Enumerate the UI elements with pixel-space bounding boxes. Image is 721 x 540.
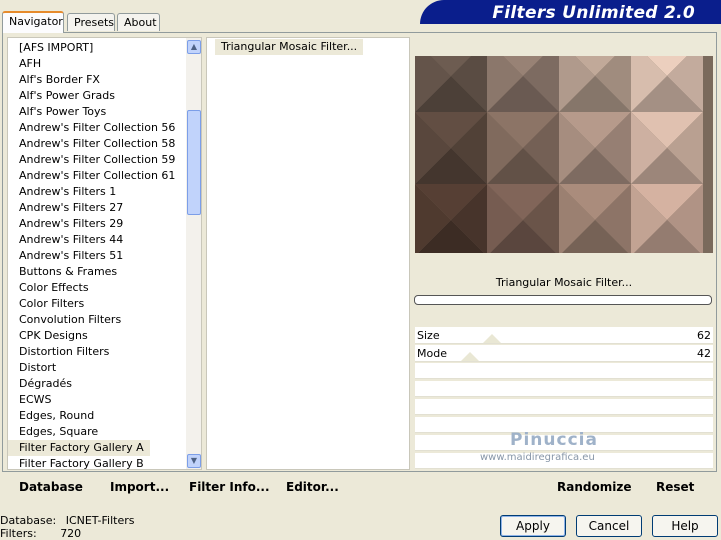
import-button[interactable]: Import... — [110, 480, 169, 494]
filter-item[interactable]: Triangular Mosaic Filter... — [215, 39, 364, 55]
category-item[interactable]: Edges, Round — [8, 408, 94, 424]
category-item[interactable]: Filter Factory Gallery A — [8, 440, 150, 456]
category-item[interactable]: CPK Designs — [8, 328, 88, 344]
slider-size-value: 62 — [697, 329, 711, 342]
right-button-bar: Randomize Reset — [414, 474, 714, 500]
category-item[interactable]: Alf's Power Toys — [8, 104, 106, 120]
editor-button[interactable]: Editor... — [286, 480, 339, 494]
category-item[interactable]: Andrew's Filter Collection 58 — [8, 136, 175, 152]
apply-button[interactable]: Apply — [500, 515, 566, 537]
category-item[interactable]: Color Effects — [8, 280, 89, 296]
category-item[interactable]: Andrew's Filters 51 — [8, 248, 123, 264]
cancel-button[interactable]: Cancel — [576, 515, 642, 537]
category-item[interactable]: Convolution Filters — [8, 312, 121, 328]
randomize-button[interactable]: Randomize — [557, 480, 631, 494]
slider-empty — [415, 363, 713, 379]
app-title: Filters Unlimited 2.0 — [492, 3, 695, 23]
category-item[interactable]: Andrew's Filters 29 — [8, 216, 123, 232]
database-button[interactable]: Database — [19, 480, 83, 494]
category-item[interactable]: ECWS — [8, 392, 52, 408]
slider-mode[interactable]: Mode 42 — [415, 345, 713, 362]
app-banner: Filters Unlimited 2.0 — [420, 0, 721, 24]
category-item[interactable]: Distort — [8, 360, 56, 376]
category-item[interactable]: Andrew's Filters 1 — [8, 184, 116, 200]
slider-size-label: Size — [417, 329, 440, 342]
category-scrollbar[interactable]: ▲ ▼ — [186, 38, 201, 469]
tab-navigator[interactable]: Navigator — [2, 11, 64, 33]
watermark-url: www.maidiregrafica.eu — [480, 452, 595, 463]
status-filters-value: 720 — [60, 527, 82, 540]
status-filters: Filters: 720 — [0, 527, 81, 540]
scroll-thumb[interactable] — [187, 110, 201, 215]
preview-caption: Triangular Mosaic Filter... — [495, 276, 633, 289]
category-item[interactable]: Andrew's Filter Collection 56 — [8, 120, 175, 136]
watermark-name: Pinuccia — [510, 430, 598, 450]
slider-size-thumb[interactable] — [483, 334, 501, 343]
tab-about[interactable]: About — [117, 13, 160, 31]
mosaic-preview — [415, 56, 703, 253]
category-item[interactable]: Edges, Square — [8, 424, 98, 440]
category-list[interactable]: [AFS IMPORT] AFH Alf's Border FX Alf's Powe… — [7, 37, 202, 470]
category-item[interactable]: [AFS IMPORT] — [8, 40, 93, 56]
left-button-bar: Database Import... Filter Info... Editor… — [7, 474, 410, 500]
category-item[interactable]: AFH — [8, 56, 41, 72]
status-database-value: ICNET-Filters — [65, 514, 135, 527]
slider-size[interactable]: Size 62 — [415, 327, 713, 344]
slider-empty — [415, 381, 713, 397]
filter-info-button[interactable]: Filter Info... — [189, 480, 270, 494]
slider-mode-value: 42 — [697, 347, 711, 360]
category-item[interactable]: Alf's Border FX — [8, 72, 100, 88]
preview-image — [415, 56, 713, 253]
category-item[interactable]: Color Filters — [8, 296, 84, 312]
slider-mode-label: Mode — [417, 347, 447, 360]
category-item[interactable]: Dégradés — [8, 376, 72, 392]
category-item[interactable]: Andrew's Filters 27 — [8, 200, 123, 216]
tab-presets[interactable]: Presets — [67, 13, 115, 31]
category-item[interactable]: Alf's Power Grads — [8, 88, 115, 104]
category-item[interactable]: Andrew's Filters 44 — [8, 232, 123, 248]
filter-list[interactable]: Triangular Mosaic Filter... — [206, 37, 410, 470]
slider-empty — [415, 399, 713, 415]
category-item[interactable]: Distortion Filters — [8, 344, 109, 360]
category-item[interactable]: Buttons & Frames — [8, 264, 117, 280]
slider-mode-thumb[interactable] — [461, 352, 479, 361]
status-database: Database: ICNET-Filters — [0, 514, 134, 527]
scroll-up-button[interactable]: ▲ — [187, 40, 201, 54]
help-button[interactable]: Help — [652, 515, 718, 537]
status-database-label: Database: — [0, 514, 57, 527]
category-item[interactable]: Filter Factory Gallery B — [8, 456, 144, 469]
progress-bar — [414, 295, 712, 305]
reset-button[interactable]: Reset — [656, 480, 694, 494]
scroll-down-button[interactable]: ▼ — [187, 454, 201, 468]
category-item[interactable]: Andrew's Filter Collection 59 — [8, 152, 175, 168]
status-filters-label: Filters: — [0, 527, 37, 540]
category-item[interactable]: Andrew's Filter Collection 61 — [8, 168, 175, 184]
